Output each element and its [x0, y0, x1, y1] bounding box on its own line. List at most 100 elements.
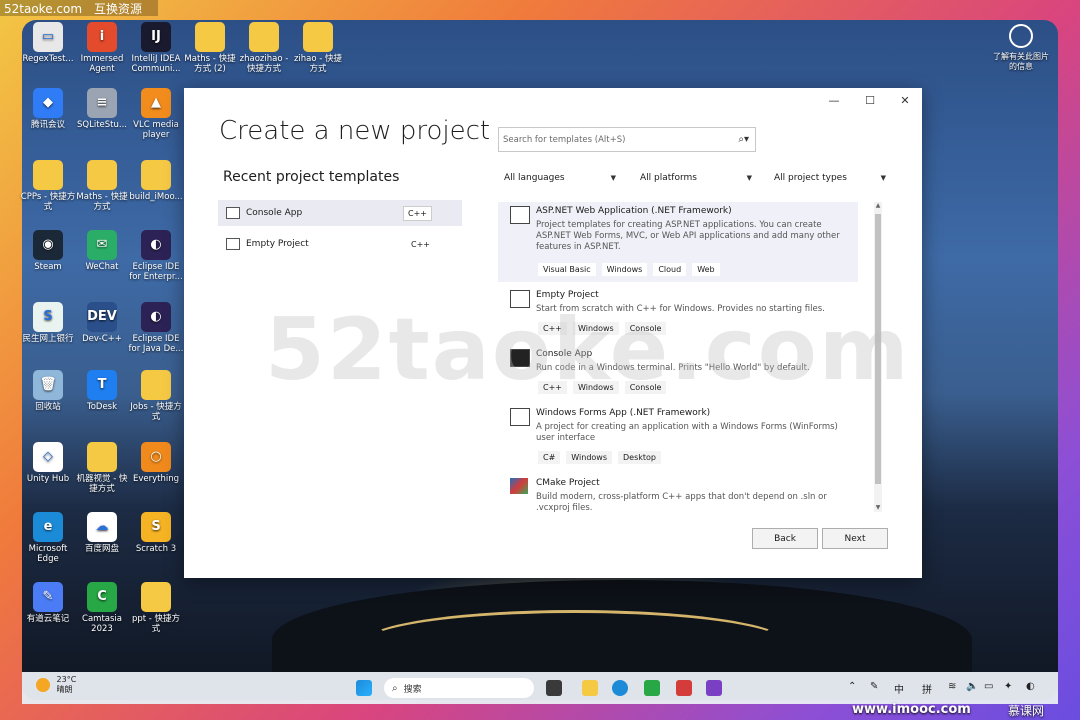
app-icon: DEV — [87, 302, 117, 332]
battery-icon[interactable]: ▭ — [984, 681, 993, 692]
desktop-icon[interactable]: ◐ Eclipse IDE for Enterpr... — [128, 230, 184, 282]
desktop-icon-label: Unity Hub — [26, 474, 70, 484]
desktop-icon[interactable]: ◆ 腾讯会议 — [20, 88, 76, 130]
visual-studio-icon[interactable] — [706, 680, 722, 696]
minimize-button[interactable]: — — [824, 94, 844, 108]
weather-widget[interactable]: 23°C 晴朗 — [36, 675, 76, 695]
app-icon — [141, 582, 171, 612]
project-type-filter[interactable]: All project types ▼ — [774, 170, 886, 186]
desktop-icon[interactable]: DEV Dev-C++ — [74, 302, 130, 344]
back-button[interactable]: Back — [752, 528, 818, 549]
platform-filter-label: All platforms — [640, 173, 697, 183]
desktop-icon[interactable]: zhaozihao - 快捷方式 — [236, 22, 292, 74]
desktop-icon[interactable]: build_iMoo... — [128, 160, 184, 202]
desktop-icon[interactable]: ≡ SQLiteStu... — [74, 88, 130, 130]
template-tag: Windows — [601, 263, 648, 276]
wifi-icon[interactable]: ≋ — [948, 681, 956, 692]
file-explorer-icon[interactable] — [582, 680, 598, 696]
recorder-icon[interactable] — [676, 680, 692, 696]
language-filter[interactable]: All languages ▼ — [504, 170, 616, 186]
brush-icon[interactable]: ✦ — [1004, 681, 1012, 692]
desktop-icon[interactable]: e Microsoft Edge — [20, 512, 76, 564]
maximize-button[interactable]: ☐ — [860, 94, 880, 108]
template-search-input[interactable]: Search for templates (Alt+S) ⌕▾ — [498, 127, 756, 152]
desktop-icon[interactable]: ◐ Eclipse IDE for Java De... — [128, 302, 184, 354]
cmake-icon — [510, 478, 528, 494]
sun-icon — [36, 678, 50, 692]
template-item-winforms[interactable]: Windows Forms App (.NET Framework) A pro… — [498, 404, 858, 470]
desktop-icon[interactable]: ◇ Unity Hub — [20, 442, 76, 484]
desktop-icon[interactable]: Maths - 快捷方式 (2) — [182, 22, 238, 74]
recent-templates-heading: Recent project templates — [223, 169, 400, 185]
desktop-icon[interactable]: ▭ RegexTest... — [20, 22, 76, 64]
desktop-icon[interactable]: i Immersed Agent — [74, 22, 130, 74]
template-name: ASP.NET Web Application (.NET Framework) — [536, 206, 732, 216]
desktop-icon[interactable]: S 民生网上银行 — [20, 302, 76, 344]
weather-text: 晴朗 — [56, 685, 73, 694]
bottom-watermark-2: 慕课网 — [1008, 704, 1045, 718]
desktop-icon[interactable]: Jobs - 快捷方式 — [128, 370, 184, 422]
task-view-icon[interactable] — [546, 680, 562, 696]
recent-item-console-app[interactable]: Console App C++ — [218, 200, 462, 226]
desktop-icon[interactable]: Maths - 快捷方式 — [74, 160, 130, 212]
color-app-icon[interactable]: ◐ — [1026, 681, 1035, 692]
wallpaper-info-label: 了解有关此图片的信息 — [993, 52, 1049, 71]
desktop-icon[interactable]: 🗑 回收站 — [20, 370, 76, 412]
search-icon: ⌕ — [392, 682, 398, 694]
desktop-icon[interactable]: ☁ 百度网盘 — [74, 512, 130, 554]
volume-icon[interactable]: 🔈 — [966, 681, 978, 692]
desktop-icon[interactable]: ▲ VLC media player — [128, 88, 184, 140]
center-watermark: 52taoke.com — [265, 300, 911, 400]
watermark-text-2: 互换资源 — [94, 2, 143, 16]
camtasia-icon[interactable] — [644, 680, 660, 696]
start-icon[interactable] — [356, 680, 372, 696]
template-tag: Visual Basic — [538, 263, 596, 276]
search-icon[interactable]: ⌕▾ — [738, 134, 749, 145]
template-item-cmake[interactable]: CMake Project Build modern, cross-platfo… — [498, 474, 858, 512]
desktop-icon[interactable]: CPPs - 快捷方式 — [20, 160, 76, 212]
recent-item-empty-project[interactable]: Empty Project C++ — [218, 231, 462, 257]
pen-icon[interactable]: ✎ — [870, 681, 878, 692]
desktop-icon[interactable]: ✎ 有道云笔记 — [20, 582, 76, 624]
ime-mode[interactable]: 中 — [894, 681, 904, 696]
desktop-icon-label: CPPs - 快捷方式 — [20, 192, 76, 212]
scroll-down-icon[interactable]: ▼ — [874, 504, 882, 512]
top-watermark: 52taoke.com 互换资源 — [0, 0, 159, 16]
app-icon — [195, 22, 225, 52]
template-tag: Windows — [566, 451, 613, 464]
template-item-aspnet[interactable]: ASP.NET Web Application (.NET Framework)… — [498, 202, 858, 282]
desktop-icon[interactable]: ○ Everything — [128, 442, 184, 484]
bottom-watermark: www.imooc.com — [852, 702, 971, 717]
scroll-up-icon[interactable]: ▲ — [874, 202, 882, 210]
taskbar-search-label: 搜索 — [403, 684, 422, 695]
desktop-icon[interactable]: T ToDesk — [74, 370, 130, 412]
desktop-icon[interactable]: ◉ Steam — [20, 230, 76, 272]
edge-icon[interactable] — [612, 680, 628, 696]
app-icon — [303, 22, 333, 52]
ime-pinyin[interactable]: 拼 — [922, 681, 932, 696]
chevron-up-icon[interactable]: ⌃ — [848, 681, 856, 692]
app-icon: ▲ — [141, 88, 171, 118]
app-icon: ◉ — [33, 230, 63, 260]
desktop-icon[interactable]: ✉ WeChat — [74, 230, 130, 272]
search-placeholder: Search for templates (Alt+S) — [503, 134, 626, 145]
desktop-icon[interactable]: C Camtasia 2023 — [74, 582, 130, 634]
desktop-icon[interactable]: 机器视觉 - 快捷方式 — [74, 442, 130, 494]
wallpaper-info[interactable]: 了解有关此图片的信息 — [990, 22, 1052, 72]
console-app-icon — [226, 207, 240, 219]
project-type-filter-label: All project types — [774, 173, 847, 183]
platform-filter[interactable]: All platforms ▼ — [640, 170, 752, 186]
template-description: Build modern, cross-platform C++ apps th… — [536, 492, 827, 512]
desktop-icon[interactable]: ppt - 快捷方式 — [128, 582, 184, 634]
desktop-icon[interactable]: S Scratch 3 — [128, 512, 184, 554]
desktop-icon[interactable]: zihao - 快捷方式 — [290, 22, 346, 74]
camera-icon — [1009, 24, 1033, 48]
desktop-icon[interactable]: IJ IntelliJ IDEA Communi... — [128, 22, 184, 74]
recent-item-lang: C++ — [411, 239, 430, 249]
app-icon: ◐ — [141, 230, 171, 260]
close-button[interactable]: ✕ — [895, 94, 915, 108]
template-tag: Desktop — [618, 451, 662, 464]
desktop-icon-label: 民生网上银行 — [22, 334, 74, 344]
taskbar-search[interactable]: ⌕ 搜索 — [384, 678, 534, 698]
next-button[interactable]: Next — [822, 528, 888, 549]
